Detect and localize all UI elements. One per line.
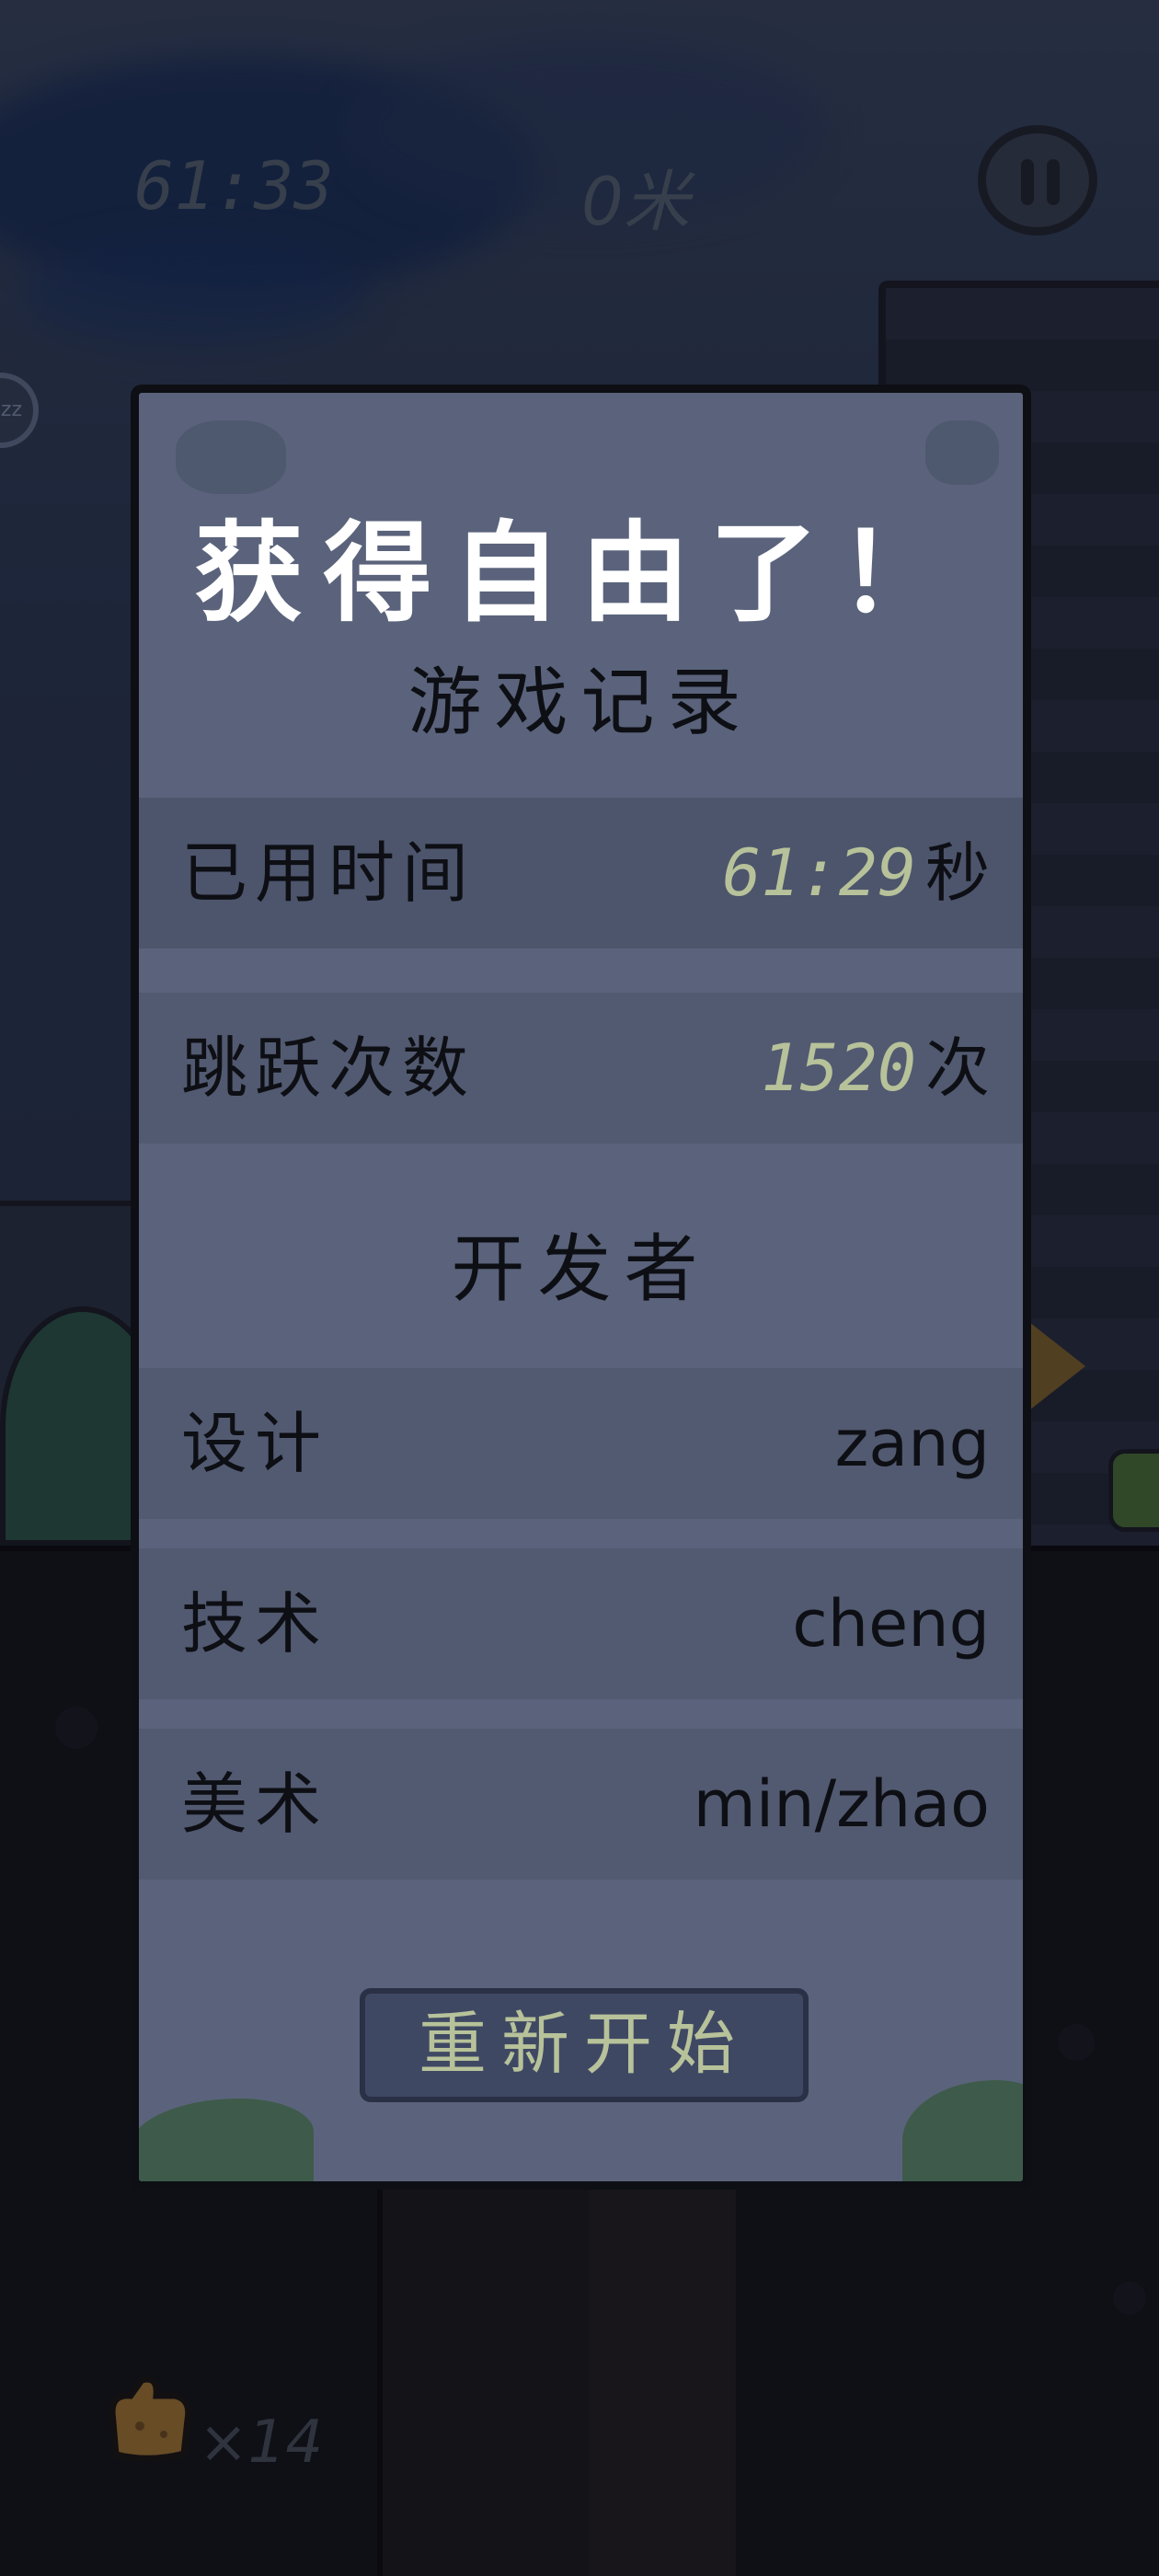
developer-name: zang bbox=[834, 1406, 990, 1481]
record-row-jumps: 跳跃次数 1520 次 bbox=[139, 993, 1023, 1144]
record-value: 61:29 秒 bbox=[722, 798, 990, 949]
grass-decoration bbox=[902, 2080, 1023, 2181]
time-unit: 秒 bbox=[925, 835, 990, 911]
restart-button[interactable]: 重新开始 bbox=[360, 1988, 809, 2102]
game-complete-dialog: 获得自由了！ 游戏记录 已用时间 61:29 秒 跳跃次数 1520 次 开发者 设… bbox=[131, 385, 1031, 2190]
developers-heading: 开发者 bbox=[451, 1226, 711, 1312]
panel-texture bbox=[176, 420, 286, 494]
developer-row-design: 设计 zang bbox=[139, 1368, 1023, 1519]
record-label: 跳跃次数 bbox=[181, 1029, 476, 1107]
developer-row-art: 美术 min/zhao bbox=[139, 1729, 1023, 1880]
developer-row-tech: 技术 cheng bbox=[139, 1548, 1023, 1699]
developer-name: cheng bbox=[792, 1586, 990, 1662]
record-row-time: 已用时间 61:29 秒 bbox=[139, 798, 1023, 949]
time-used-value: 61:29 bbox=[722, 835, 916, 911]
grass-decoration bbox=[139, 2099, 314, 2181]
dialog-title: 获得自由了！ bbox=[194, 510, 968, 637]
developer-role: 美术 bbox=[181, 1765, 329, 1843]
developer-name: min/zhao bbox=[693, 1766, 990, 1842]
record-label: 已用时间 bbox=[181, 834, 476, 912]
jump-count-value: 1520 bbox=[761, 1030, 916, 1106]
developer-role: 技术 bbox=[181, 1585, 329, 1662]
developer-role: 设计 bbox=[181, 1405, 329, 1482]
game-record-heading: 游戏记录 bbox=[407, 660, 754, 745]
record-value: 1520 次 bbox=[761, 993, 990, 1144]
jump-unit: 次 bbox=[925, 1030, 990, 1106]
panel-texture bbox=[925, 420, 999, 485]
